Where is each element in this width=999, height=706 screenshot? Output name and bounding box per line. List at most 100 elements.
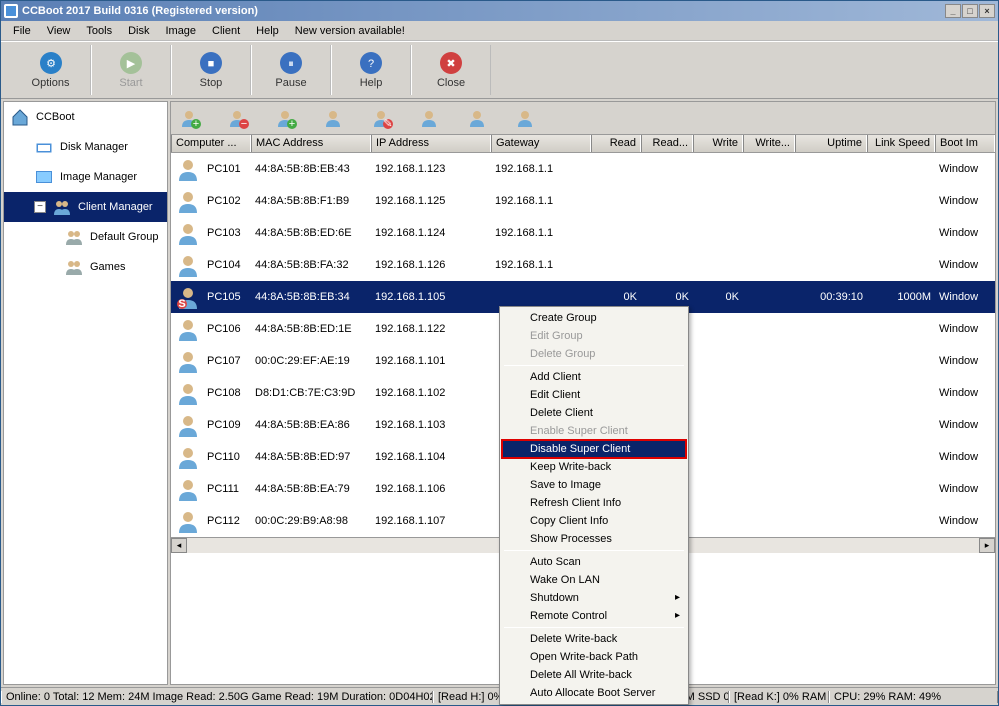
nav-label: Games [90,261,125,273]
ctx-delete-client[interactable]: Delete Client [502,404,686,422]
cell-boot-image: Window [935,195,995,207]
minimize-button[interactable]: _ [945,4,961,18]
column-mac[interactable]: MAC Address [251,135,371,152]
titlebar: CCBoot 2017 Build 0316 (Registered versi… [1,1,998,21]
ctx-edit-client[interactable]: Edit Client [502,386,686,404]
close-button[interactable]: ✖Close [411,45,491,95]
table-row[interactable]: PC10344:8A:5B:8B:ED:6E192.168.1.124192.1… [171,217,995,249]
edit-client-icon[interactable]: ✎ [371,107,393,129]
client-extra-icon[interactable] [515,107,537,129]
menu-file[interactable]: File [5,23,39,39]
nav-games[interactable]: Games [4,252,167,282]
status-read-k: [Read K:] 0% RAM [729,691,829,703]
nav-disk[interactable]: Disk Manager [4,132,167,162]
app-window: CCBoot 2017 Build 0316 (Registered versi… [0,0,999,706]
column-bi[interactable]: Boot Im [935,135,995,152]
svg-text:+: + [193,118,199,129]
table-row[interactable]: PC10144:8A:5B:8B:EB:43192.168.1.123192.1… [171,153,995,185]
menu-tools[interactable]: Tools [78,23,120,39]
column-wr[interactable]: Write [693,135,743,152]
nav-label: Default Group [90,231,158,243]
ctx-auto-allocate-boot-server[interactable]: Auto Allocate Boot Server [502,684,686,702]
cell-name: PC106 [203,323,251,335]
cell-ip: 192.168.1.105 [371,291,491,303]
cell-name: PC109 [203,419,251,431]
cell-uptime: 00:39:10 [795,291,867,303]
add-client-icon[interactable]: + [179,107,201,129]
ctx-delete-all-write-back[interactable]: Delete All Write-back [502,666,686,684]
nav-default[interactable]: Default Group [4,222,167,252]
ctx-add-client[interactable]: Add Client [502,368,686,386]
group-settings-icon[interactable] [323,107,345,129]
column-ip[interactable]: IP Address [371,135,491,152]
cell-name: PC101 [203,163,251,175]
options-button[interactable]: ⚙Options [11,45,91,95]
maximize-button[interactable]: □ [962,4,978,18]
column-rds[interactable]: Read... [641,135,693,152]
column-gw[interactable]: Gateway [491,135,591,152]
cell-name: PC103 [203,227,251,239]
scroll-right-arrow[interactable]: ▸ [979,538,995,553]
ctx-wake-on-lan[interactable]: Wake On LAN [502,571,686,589]
column-rd[interactable]: Read [591,135,641,152]
refresh-client-icon[interactable] [419,107,441,129]
column-wrs[interactable]: Write... [743,135,795,152]
stop-button[interactable]: ■Stop [171,45,251,95]
ctx-keep-write-back[interactable]: Keep Write-back [502,458,686,476]
cell-ip: 192.168.1.107 [371,515,491,527]
cell-mac: 44:8A:5B:8B:ED:1E [251,323,371,335]
cell-gateway: 192.168.1.1 [491,259,591,271]
cell-ip: 192.168.1.123 [371,163,491,175]
menu-view[interactable]: View [39,23,79,39]
remove-client-icon[interactable]: − [227,107,249,129]
ctx-shutdown[interactable]: Shutdown▸ [502,589,686,607]
ctx-auto-scan[interactable]: Auto Scan [502,553,686,571]
nav-client[interactable]: −Client Manager [4,192,167,222]
group-icon [64,257,84,277]
menubar: FileViewToolsDiskImageClientHelpNew vers… [1,21,998,41]
svg-text:−: − [241,118,247,129]
ctx-save-to-image[interactable]: Save to Image [502,476,686,494]
cell-mac: 44:8A:5B:8B:EB:34 [251,291,371,303]
add-group-icon[interactable]: + [275,107,297,129]
pause-button[interactable]: ⏸Pause [251,45,331,95]
column-ls[interactable]: Link Speed [867,135,935,152]
menu-image[interactable]: Image [157,23,204,39]
cell-ip: 192.168.1.104 [371,451,491,463]
ctx-delete-write-back[interactable]: Delete Write-back [502,630,686,648]
column-up[interactable]: Uptime [795,135,867,152]
ctx-enable-super-client: Enable Super Client [502,422,686,440]
ctx-open-write-back-path[interactable]: Open Write-back Path [502,648,686,666]
svg-text:■: ■ [208,58,215,70]
cell-name: PC110 [203,451,251,463]
cell-mac: 00:0C:29:B9:A8:98 [251,515,371,527]
expand-icon[interactable]: − [34,201,46,213]
ctx-show-processes[interactable]: Show Processes [502,530,686,548]
cell-boot-image: Window [935,451,995,463]
nav-ccboot[interactable]: CCBoot [4,102,167,132]
ctx-disable-super-client[interactable]: Disable Super Client [502,440,686,458]
menu-disk[interactable]: Disk [120,23,157,39]
svg-text:S: S [178,298,185,310]
user-icon: S [171,284,203,310]
table-row[interactable]: PC10444:8A:5B:8B:FA:32192.168.1.126192.1… [171,249,995,281]
client-action-icon[interactable] [467,107,489,129]
ctx-remote-control[interactable]: Remote Control▸ [502,607,686,625]
stop-icon: ■ [199,51,223,75]
cell-link-speed: 1000M [867,291,935,303]
nav-tree: CCBootDisk ManagerImage Manager−Client M… [3,101,168,685]
menu-help[interactable]: Help [248,23,287,39]
menu-new-version-available-[interactable]: New version available! [287,23,413,39]
scroll-left-arrow[interactable]: ◂ [171,538,187,553]
column-name[interactable]: Computer ... [171,135,251,152]
menu-client[interactable]: Client [204,23,248,39]
close-button[interactable]: × [979,4,995,18]
cell-ip: 192.168.1.106 [371,483,491,495]
nav-image[interactable]: Image Manager [4,162,167,192]
ctx-copy-client-info[interactable]: Copy Client Info [502,512,686,530]
help-button[interactable]: ?Help [331,45,411,95]
options-icon: ⚙ [39,51,63,75]
ctx-refresh-client-info[interactable]: Refresh Client Info [502,494,686,512]
table-row[interactable]: PC10244:8A:5B:8B:F1:B9192.168.1.125192.1… [171,185,995,217]
ctx-create-group[interactable]: Create Group [502,309,686,327]
